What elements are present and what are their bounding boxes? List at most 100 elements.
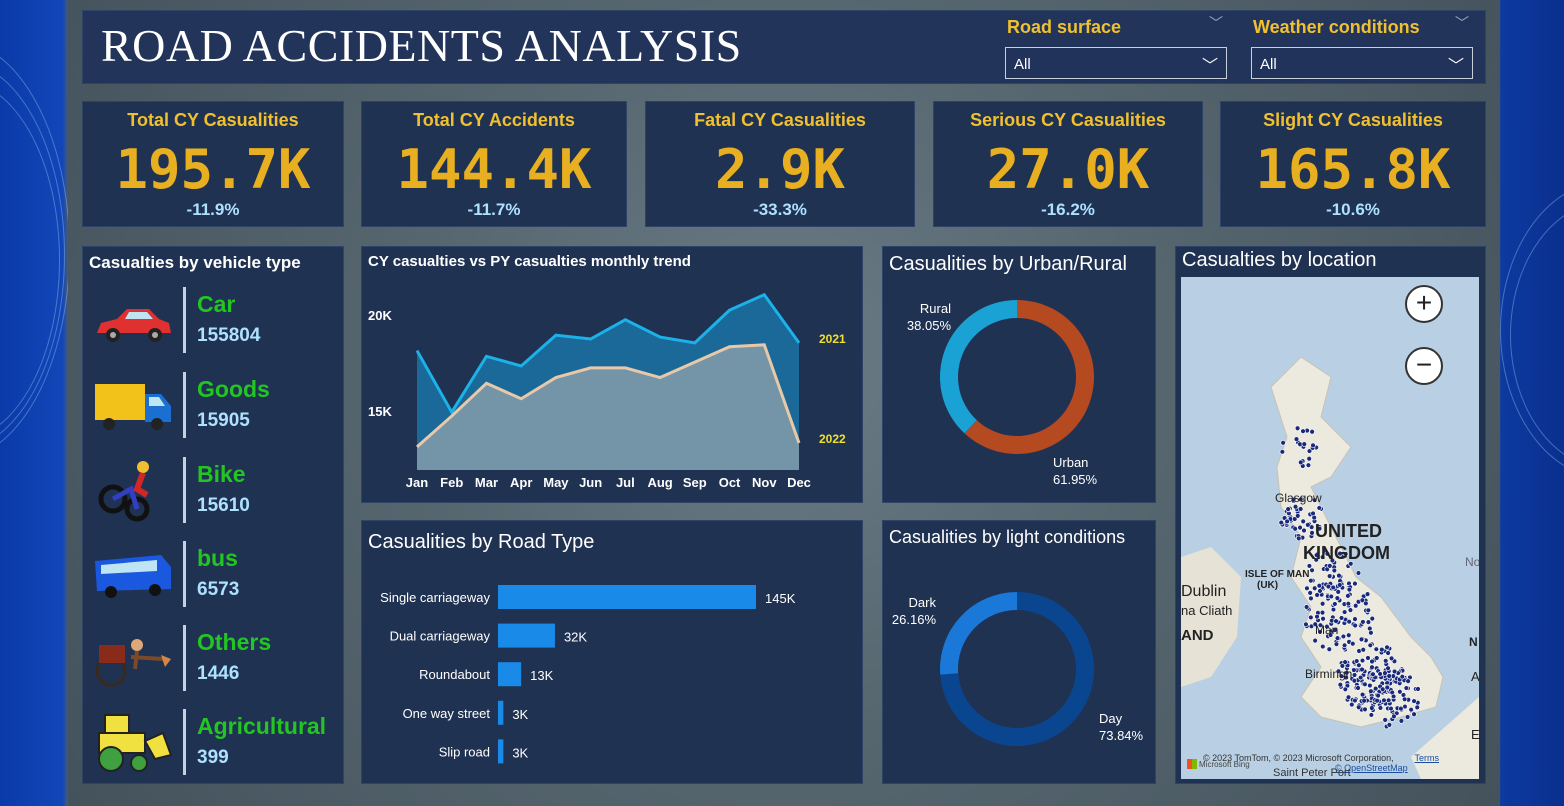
- road-surface-dropdown[interactable]: All ﹀: [1005, 47, 1227, 79]
- map-label: AND: [1181, 627, 1214, 644]
- location-dot: [1357, 674, 1364, 681]
- location-dot: [1360, 647, 1366, 653]
- location-dot: [1279, 449, 1286, 455]
- kpi-card-total-casualties[interactable]: Total CY Casualities 195.7K -11.9%: [82, 101, 344, 227]
- map-label: A: [1471, 669, 1479, 684]
- vehicle-row-car[interactable]: Car 155804: [83, 287, 341, 357]
- location-dot: [1342, 686, 1349, 693]
- truck-icon: [95, 384, 171, 430]
- chevron-down-icon[interactable]: ﹀: [1209, 13, 1223, 33]
- vehicle-value: 15905: [197, 410, 250, 431]
- divider: [183, 372, 186, 438]
- vehicle-row-bus[interactable]: bus 6573: [83, 541, 341, 611]
- location-dot: [1415, 686, 1421, 692]
- microsoft-logo-icon: [1187, 759, 1197, 769]
- location-dot: [1306, 563, 1313, 569]
- location-dot: [1355, 704, 1362, 710]
- weather-label: Weather conditions: [1253, 17, 1420, 37]
- road-surface-label: Road surface: [1007, 17, 1122, 37]
- kpi-label: Slight CY Casualities: [1263, 110, 1443, 130]
- location-dot: [1345, 593, 1351, 599]
- vehicle-value: 155804: [197, 325, 261, 346]
- road-type-chart[interactable]: Casualities by Road Type Single carriage…: [361, 520, 863, 784]
- location-dot: [1385, 650, 1391, 656]
- chart-title: Casualties by location: [1182, 249, 1377, 271]
- location-dot: [1326, 646, 1332, 652]
- location-dot: [1311, 514, 1317, 521]
- kpi-card-slight-casualties[interactable]: Slight CY Casualities 165.8K -10.6%: [1220, 101, 1486, 227]
- location-dot: [1390, 693, 1397, 700]
- zoom-out-button[interactable]: −: [1405, 347, 1443, 385]
- light-conditions-chart[interactable]: Casualities by light conditions Day 73.84…: [882, 520, 1156, 784]
- slice-value: 26.16%: [892, 612, 937, 627]
- location-dot: [1298, 459, 1304, 466]
- location-dot: [1367, 625, 1373, 632]
- road-type-bars: Single carriageway 145K Dual carriageway 32…: [380, 585, 796, 764]
- location-dot: [1292, 526, 1298, 532]
- bar: [498, 623, 555, 648]
- map-label: No: [1465, 555, 1479, 569]
- vehicle-type-panel: Casualties by vehicle type Car 155804 Go…: [82, 246, 344, 784]
- vehicle-value: 1446: [197, 663, 240, 684]
- location-dot: [1374, 655, 1380, 661]
- weather-dropdown[interactable]: All ﹀: [1251, 47, 1473, 79]
- location-dot: [1292, 504, 1299, 510]
- zoom-in-button[interactable]: +: [1405, 285, 1443, 323]
- location-dot: [1349, 701, 1355, 708]
- bar-value-label: 32K: [564, 630, 587, 645]
- map-label: Man: [1315, 623, 1339, 637]
- weather-value: All: [1260, 56, 1277, 73]
- bar: [498, 739, 504, 764]
- kpi-card-fatal-casualties[interactable]: Fatal CY Casualities 2.9K -33.3%: [645, 101, 915, 227]
- bar-category-label: One way street: [403, 706, 491, 721]
- location-dot: [1383, 658, 1389, 664]
- location-dot: [1368, 712, 1375, 718]
- location-dot: [1285, 506, 1291, 512]
- x-tick-label: Nov: [752, 475, 777, 490]
- x-tick-label: Sep: [683, 475, 707, 490]
- bar-category-label: Single carriageway: [380, 590, 490, 605]
- map-label: Dublin: [1181, 583, 1227, 600]
- monthly-trend-chart[interactable]: CY casualties vs PY casualties monthly t…: [361, 246, 863, 503]
- location-dot: [1295, 513, 1301, 519]
- kpi-card-serious-casualties[interactable]: Serious CY Casualities 27.0K -16.2%: [933, 101, 1203, 227]
- map-label: na Cliath: [1181, 603, 1233, 618]
- kpi-card-total-accidents[interactable]: Total CY Accidents 144.4K -11.7%: [361, 101, 627, 227]
- chevron-down-icon: ﹀: [1201, 58, 1218, 75]
- location-dot: [1326, 573, 1333, 579]
- x-tick-label: Oct: [719, 475, 741, 490]
- location-dot: [1327, 563, 1333, 569]
- location-dot: [1340, 633, 1347, 640]
- urban-rural-chart[interactable]: Casualities by Urban/Rural Urban 61.95% Ru…: [882, 246, 1156, 503]
- x-tick-label: Jun: [579, 475, 602, 490]
- location-dot: [1310, 442, 1316, 449]
- vehicle-row-goods[interactable]: Goods 15905: [83, 372, 341, 442]
- vehicle-name: Car: [197, 291, 236, 317]
- location-dot: [1316, 583, 1323, 589]
- x-tick-label: Feb: [440, 475, 463, 490]
- location-dot: [1320, 616, 1326, 622]
- bing-label: Microsoft Bing: [1199, 760, 1250, 769]
- vehicle-row-others[interactable]: Others 1446: [83, 625, 341, 695]
- slice-value: 38.05%: [907, 318, 952, 333]
- location-map[interactable]: UNITED KINGDOM ISLE OF MAN (UK) Dublin n…: [1181, 277, 1479, 779]
- location-dot: [1335, 589, 1341, 595]
- location-dot: [1379, 646, 1385, 653]
- vehicle-row-agricultural[interactable]: Agricultural 399: [83, 709, 341, 779]
- series-label: 2022: [819, 432, 846, 446]
- location-dot: [1359, 691, 1366, 698]
- location-dot: [1381, 697, 1387, 704]
- divider: [183, 457, 186, 523]
- chevron-down-icon[interactable]: ﹀: [1455, 13, 1469, 33]
- location-dot: [1352, 616, 1358, 622]
- location-dot: [1317, 588, 1323, 594]
- chevron-down-icon: ﹀: [1447, 58, 1464, 75]
- vehicle-row-bike[interactable]: Bike 15610: [83, 457, 341, 527]
- location-dot: [1380, 686, 1386, 692]
- location-dot: [1301, 527, 1307, 534]
- location-dot: [1303, 621, 1309, 628]
- vehicle-name: Others: [197, 629, 272, 655]
- location-dot: [1384, 684, 1390, 691]
- x-tick-label: May: [543, 475, 569, 490]
- terms-link[interactable]: Terms: [1415, 753, 1440, 763]
